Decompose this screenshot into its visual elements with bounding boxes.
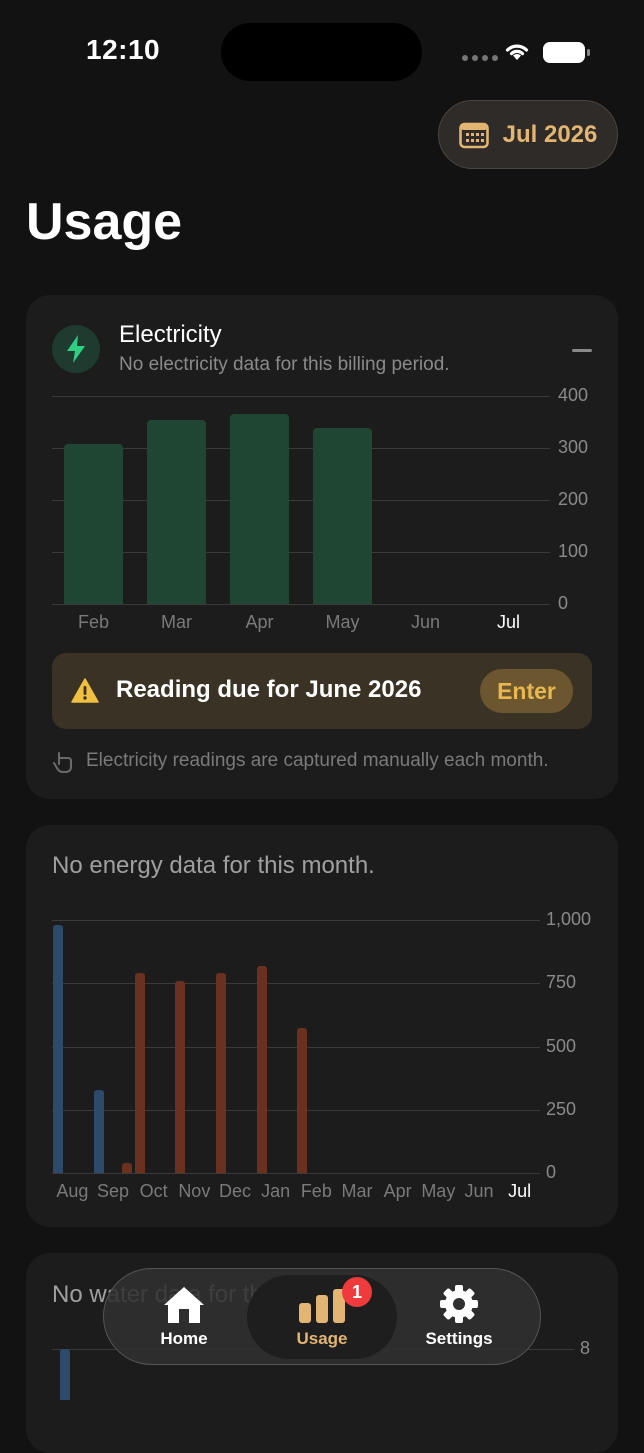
tab-usage-label: Usage	[296, 1329, 348, 1348]
y-tick-label: 8	[580, 1338, 591, 1358]
gear-icon	[440, 1285, 478, 1323]
notification-badge: 1	[342, 1277, 372, 1307]
water-chart: 8	[0, 0, 644, 1400]
home-icon	[164, 1287, 204, 1323]
tab-home-label: Home	[160, 1329, 208, 1348]
tab-home[interactable]: Home	[124, 1275, 244, 1359]
usage-icon	[299, 1289, 345, 1323]
tab-settings-label: Settings	[425, 1329, 493, 1348]
bar	[60, 1349, 70, 1400]
tab-settings[interactable]: Settings	[399, 1275, 519, 1359]
